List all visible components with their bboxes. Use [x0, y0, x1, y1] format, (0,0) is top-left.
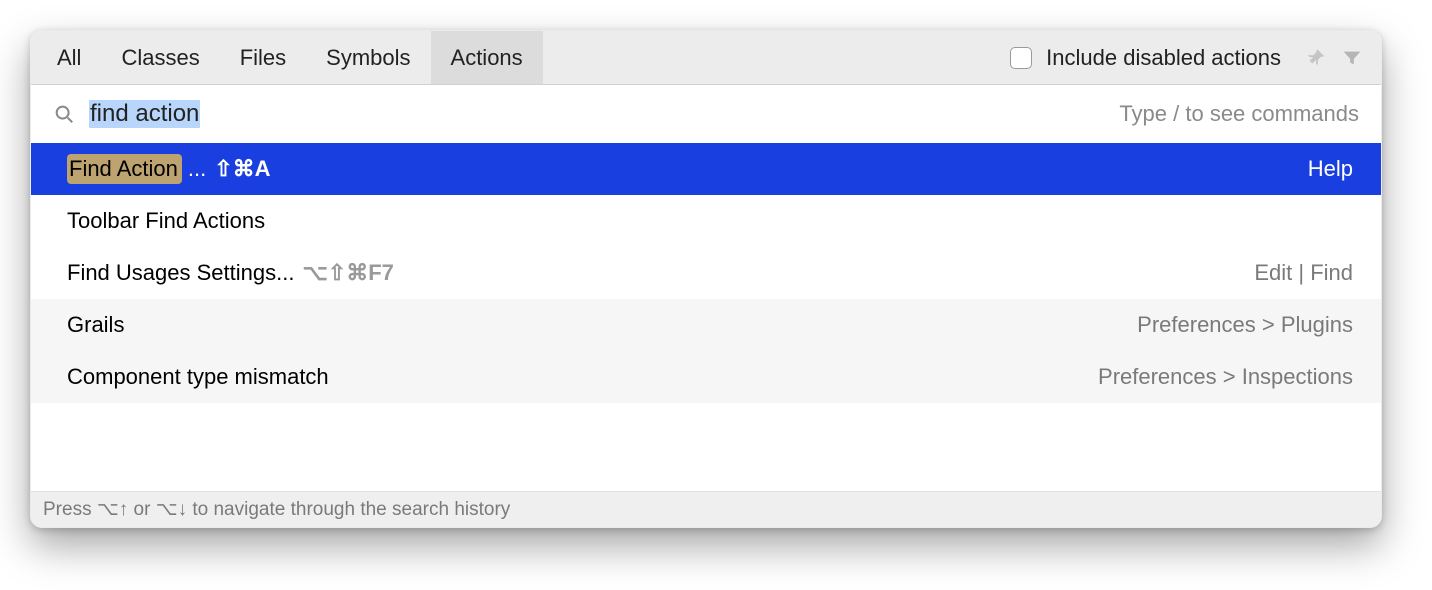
- pin-icon[interactable]: [1305, 47, 1327, 69]
- filter-icon[interactable]: [1341, 47, 1363, 69]
- result-row[interactable]: Grails Preferences > Plugins: [31, 299, 1381, 351]
- tab-files[interactable]: Files: [220, 31, 306, 84]
- include-disabled-checkbox[interactable]: [1010, 47, 1032, 69]
- tabbar-right: Include disabled actions: [1010, 31, 1381, 84]
- result-location: Preferences > Inspections: [1098, 364, 1353, 390]
- search-icon: [53, 103, 75, 125]
- result-label: Find Usages Settings... ⌥⇧⌘F7: [67, 260, 394, 286]
- result-shortcut: ⇧⌘A: [214, 156, 270, 182]
- search-everywhere-panel: All Classes Files Symbols Actions Includ…: [30, 30, 1382, 528]
- results-padding: [31, 403, 1381, 491]
- result-row[interactable]: Find Action... ⇧⌘A Help: [31, 143, 1381, 195]
- tab-bar: All Classes Files Symbols Actions Includ…: [31, 31, 1381, 85]
- result-label: Grails: [67, 312, 124, 338]
- result-location: Preferences > Plugins: [1137, 312, 1353, 338]
- tab-all[interactable]: All: [37, 31, 101, 84]
- search-input-value: find action: [89, 100, 200, 128]
- result-location: Edit | Find: [1254, 260, 1353, 286]
- result-highlight: Find Action: [67, 154, 182, 184]
- result-row[interactable]: Find Usages Settings... ⌥⇧⌘F7 Edit | Fin…: [31, 247, 1381, 299]
- tab-classes[interactable]: Classes: [101, 31, 219, 84]
- search-row: find action Type / to see commands: [31, 85, 1381, 143]
- search-input[interactable]: find action: [89, 100, 1105, 128]
- search-hint: Type / to see commands: [1119, 101, 1359, 127]
- result-location: Help: [1308, 156, 1353, 182]
- result-label: Component type mismatch: [67, 364, 329, 390]
- include-disabled-label[interactable]: Include disabled actions: [1046, 45, 1281, 71]
- result-label: Find Action... ⇧⌘A: [67, 154, 271, 184]
- tab-symbols[interactable]: Symbols: [306, 31, 430, 84]
- footer-hint: Press ⌥↑ or ⌥↓ to navigate through the s…: [31, 491, 1381, 527]
- result-row[interactable]: Toolbar Find Actions: [31, 195, 1381, 247]
- result-row[interactable]: Component type mismatch Preferences > In…: [31, 351, 1381, 403]
- result-suffix: ...: [188, 156, 206, 182]
- results-list: Find Action... ⇧⌘A Help Toolbar Find Act…: [31, 143, 1381, 491]
- result-label: Toolbar Find Actions: [67, 208, 265, 234]
- tab-actions[interactable]: Actions: [431, 31, 543, 84]
- result-shortcut: ⌥⇧⌘F7: [302, 260, 393, 286]
